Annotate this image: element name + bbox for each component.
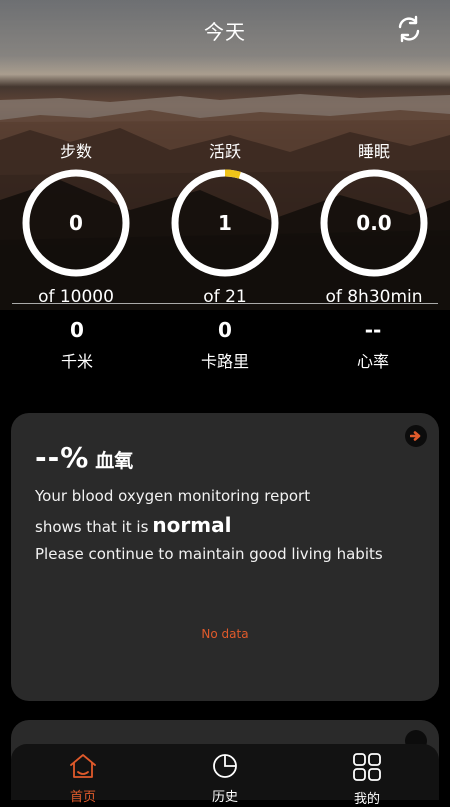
divider xyxy=(12,303,438,304)
sync-button[interactable] xyxy=(394,14,424,44)
heart-rate-value: -- xyxy=(364,318,382,342)
sleep-goal: of 8h30min xyxy=(325,287,423,307)
steps-value: 0 xyxy=(69,211,83,235)
calories-value: 0 xyxy=(218,318,232,342)
activity-value: 1 xyxy=(218,211,232,235)
sleep-value: 0.0 xyxy=(356,211,392,235)
oxygen-title: 血氧 xyxy=(95,450,134,472)
card-detail-button[interactable] xyxy=(405,425,427,447)
tab-mine[interactable]: 我的 xyxy=(327,752,407,807)
activity-goal: of 21 xyxy=(203,287,247,307)
distance-label: 千米 xyxy=(60,352,93,371)
stat-label: 活跃 xyxy=(208,142,241,161)
sleep-ring: 0.0 xyxy=(318,167,430,279)
no-data-text: No data xyxy=(201,627,249,641)
grid-icon xyxy=(353,753,381,781)
blood-oxygen-card[interactable]: --% 血氧 Your blood oxygen monitoring repor… xyxy=(11,413,439,701)
home-icon xyxy=(70,754,96,778)
oxygen-header: --% 血氧 xyxy=(35,441,133,474)
report-line-2: shows that it is normal xyxy=(35,513,231,537)
tab-label: 首页 xyxy=(69,790,96,805)
report-status: normal xyxy=(152,513,232,537)
tab-label: 我的 xyxy=(353,792,380,807)
arrow-right-icon xyxy=(410,431,421,441)
stat-label: 睡眠 xyxy=(357,142,390,161)
tab-history[interactable]: 历史 xyxy=(185,752,265,805)
page-title: 今天 xyxy=(204,20,246,44)
bottom-tab-bar: 首页 历史 我的 xyxy=(11,744,439,807)
calories-label: 卡路里 xyxy=(200,352,249,371)
report-status-prefix: shows that it is xyxy=(35,518,149,536)
calories-metric: 0 卡路里 xyxy=(165,318,285,372)
steps-goal: of 10000 xyxy=(38,287,114,307)
heart-rate-label: 心率 xyxy=(356,352,389,371)
distance-metric: 0 千米 xyxy=(17,318,137,372)
distance-value: 0 xyxy=(70,318,84,342)
steps-stat[interactable]: 步数 0 of 10000 xyxy=(11,138,141,307)
pie-chart-icon xyxy=(213,754,237,778)
stat-label: 步数 xyxy=(59,142,92,161)
tab-label: 历史 xyxy=(211,790,238,805)
report-line-3: Please continue to maintain good living … xyxy=(35,545,383,563)
activity-ring: 1 xyxy=(169,167,281,279)
heart-rate-metric: -- 心率 xyxy=(313,318,433,372)
refresh-icon xyxy=(398,15,420,43)
activity-stat[interactable]: 活跃 1 of 21 xyxy=(160,138,290,307)
report-line-1: Your blood oxygen monitoring report xyxy=(35,487,311,505)
oxygen-value: --% xyxy=(35,441,90,474)
tab-home[interactable]: 首页 xyxy=(43,752,123,805)
sleep-stat[interactable]: 睡眠 0.0 of 8h30min xyxy=(309,138,439,307)
steps-ring: 0 xyxy=(20,167,132,279)
